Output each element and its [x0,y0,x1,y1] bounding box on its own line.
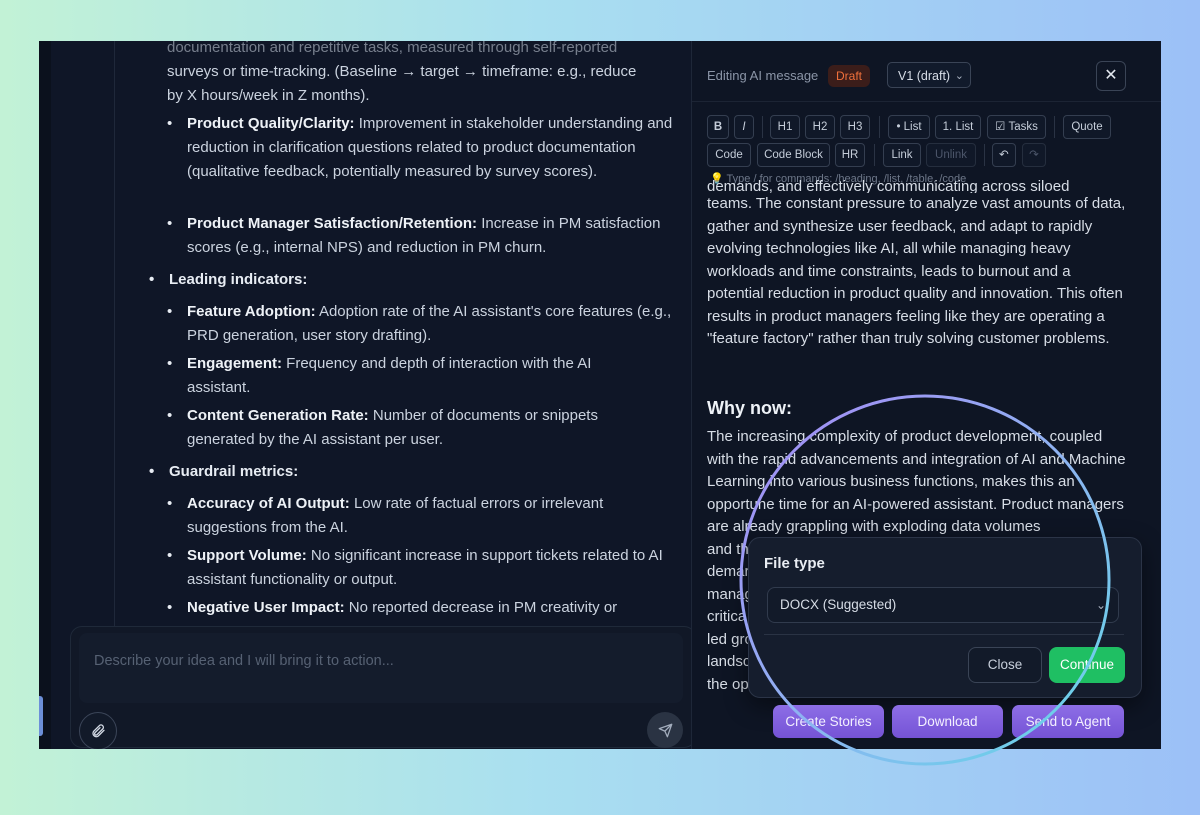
section-heading: Leading indicators: [149,268,307,292]
close-button[interactable]: Close [968,647,1042,683]
file-type-dialog: File type DOCX (Suggested) ⌄ Close Conti… [748,537,1142,698]
bullet-list-button[interactable]: • List [888,115,930,139]
link-button[interactable]: Link [883,143,921,167]
list-item: Product Manager Satisfaction/Retention: … [167,212,683,260]
left-rail [39,41,51,749]
redo-button[interactable]: ↷ [1022,143,1046,167]
code-button[interactable]: Code [707,143,751,167]
list-item: Accuracy of AI Output: Low rate of factu… [167,492,657,540]
hr-button[interactable]: HR [835,143,865,167]
undo-button[interactable]: ↶ [992,143,1016,167]
toolbar-separator [1054,116,1055,138]
list-item: Negative User Impact: No reported decrea… [167,596,683,620]
numbered-list-button[interactable]: 1. List [935,115,981,139]
send-to-agent-button[interactable]: Send to Agent [1012,705,1124,738]
app-window: documentation and repetitive tasks, meas… [39,41,1161,749]
toolbar-separator [984,144,985,166]
section-heading: Why now: [707,398,792,418]
continue-button[interactable]: Continue [1049,647,1125,683]
body-fragment: demands, and effectively communicating a… [707,179,1070,193]
section-heading: Guardrail metrics: [149,460,298,484]
list-item: Support Volume: No significant increase … [167,544,683,592]
file-type-select[interactable]: DOCX (Suggested) ⌄ [767,587,1119,623]
draft-badge: Draft [828,65,871,87]
body-paragraph: The increasing complexity of product dev… [707,428,1126,535]
dialog-title: File type [764,555,825,572]
list-item: Content Generation Rate: Number of docum… [167,404,657,452]
chat-panel: documentation and repetitive tasks, meas… [51,41,701,749]
chat-line: by X hours/week in Z months). [167,87,370,104]
toolbar-separator [874,144,875,166]
toolbar-separator [762,116,763,138]
version-value: V1 (draft) [898,69,951,83]
unlink-button[interactable]: Unlink [926,143,976,167]
list-item: Product Quality/Clarity: Improvement in … [167,112,683,184]
toolbar-separator [879,116,880,138]
body-paragraph: teams. The constant pressure to analyze … [707,195,1126,347]
h2-button[interactable]: H2 [805,115,835,139]
editor-title: Editing AI message [707,68,819,83]
file-type-value: DOCX (Suggested) [780,597,897,612]
chevron-down-icon: ⌄ [954,70,964,82]
close-editor-button[interactable]: ✕ [1096,61,1126,91]
tasks-button[interactable]: ☑ Tasks [987,115,1046,139]
quote-button[interactable]: Quote [1063,115,1111,139]
version-select[interactable]: V1 (draft) ⌄ [887,62,971,88]
code-block-button[interactable]: Code Block [757,143,830,167]
download-button[interactable]: Download [892,705,1003,738]
chat-fragment: documentation and repetitive tasks, meas… [167,41,618,56]
italic-button[interactable]: I [734,115,754,139]
create-stories-button[interactable]: Create Stories [773,705,884,738]
prompt-input[interactable]: Describe your idea and I will bring it t… [79,633,683,703]
bold-button[interactable]: B [707,115,729,139]
side-tab[interactable] [39,696,43,736]
chat-line: surveys or time-tracking. (Baseline → ta… [167,63,637,80]
h3-button[interactable]: H3 [840,115,870,139]
editor-header: Editing AI message Draft V1 (draft) ⌄ ✕ [692,41,1161,102]
chevron-down-icon: ⌄ [1095,598,1106,612]
attach-button[interactable] [79,712,117,749]
paperclip-icon [92,724,105,738]
chat-message: documentation and repetitive tasks, meas… [51,41,691,626]
h1-button[interactable]: H1 [770,115,800,139]
chat-composer: Describe your idea and I will bring it t… [70,626,696,749]
list-item: Engagement: Frequency and depth of inter… [167,352,657,400]
send-button[interactable] [647,712,683,748]
list-item: Feature Adoption: Adoption rate of the A… [167,300,683,348]
dialog-divider [764,634,1124,635]
send-icon [658,723,672,737]
